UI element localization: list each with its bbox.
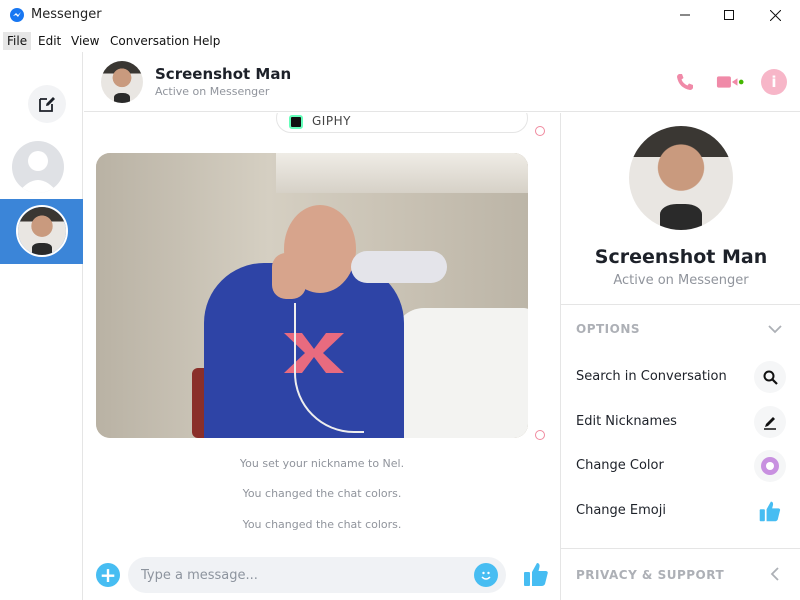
system-message: You set your nickname to Nel.	[239, 457, 405, 470]
system-message: You changed the chat colors.	[242, 487, 402, 500]
option-label: Change Emoji	[576, 503, 666, 518]
option-label: Edit Nicknames	[576, 414, 677, 429]
window-title: Messenger	[31, 7, 102, 22]
divider	[561, 548, 800, 549]
video-call-button[interactable]	[716, 68, 744, 96]
minimize-button[interactable]	[662, 0, 708, 30]
menu-view[interactable]: View	[67, 32, 103, 50]
chevron-left-icon	[770, 567, 779, 581]
minimize-icon	[680, 14, 690, 16]
phone-icon	[677, 74, 693, 90]
options-section-title[interactable]: OPTIONS	[576, 322, 640, 336]
maximize-button[interactable]	[706, 0, 752, 30]
composer: +	[84, 546, 560, 600]
conversation-info-button[interactable]: i	[760, 68, 788, 96]
color-icon	[754, 450, 786, 482]
conversation-item-active[interactable]	[0, 199, 83, 264]
conversation-header: Screenshot Man Active on Messenger i	[84, 52, 800, 112]
voice-call-button[interactable]	[671, 68, 699, 96]
giphy-attribution: GIPHY	[276, 113, 528, 133]
close-icon	[769, 9, 781, 21]
giphy-logo-icon	[289, 115, 303, 129]
menu-help[interactable]: Help	[189, 32, 224, 50]
emoji-button[interactable]	[474, 563, 498, 587]
change-emoji-option[interactable]: Change Emoji	[561, 491, 800, 531]
contact-avatar-large	[629, 126, 733, 230]
menu-conversation[interactable]: Conversation	[106, 32, 193, 50]
option-label: Change Color	[576, 458, 664, 473]
message-list[interactable]: GIPHY You set your nickname to Nel. You …	[84, 113, 560, 546]
menu-bar: File Edit View Conversation Help	[0, 30, 800, 52]
menu-edit[interactable]: Edit	[34, 32, 65, 50]
giphy-label: GIPHY	[312, 114, 351, 128]
privacy-expand-toggle[interactable]	[765, 564, 785, 584]
chevron-down-icon	[768, 325, 782, 334]
edit-nicknames-option[interactable]: Edit Nicknames	[561, 402, 800, 442]
avatar[interactable]	[101, 61, 143, 103]
pencil-icon	[754, 406, 786, 438]
menu-file[interactable]: File	[3, 32, 32, 50]
compose-button[interactable]	[28, 85, 66, 123]
contact-status: Active on Messenger	[155, 85, 270, 98]
system-message: You changed the chat colors.	[242, 518, 402, 531]
option-label: Search in Conversation	[576, 369, 727, 384]
more-actions-button[interactable]: +	[96, 563, 120, 587]
close-button[interactable]	[752, 0, 798, 30]
smiley-icon	[481, 571, 491, 580]
gif-message[interactable]	[96, 153, 528, 438]
info-icon: i	[761, 69, 787, 95]
maximize-icon	[724, 10, 734, 20]
user-silhouette-icon	[18, 151, 58, 193]
thumbs-up-icon	[524, 563, 548, 586]
send-like-button[interactable]	[521, 559, 551, 589]
search-icon	[754, 361, 786, 393]
privacy-section-title[interactable]: PRIVACY & SUPPORT	[576, 568, 724, 582]
sent-indicator-icon	[535, 430, 545, 440]
messenger-logo-icon	[10, 8, 24, 22]
conversation-info-panel: Screenshot Man Active on Messenger OPTIO…	[560, 113, 800, 600]
divider	[561, 304, 800, 305]
thumbs-up-icon	[754, 495, 786, 527]
search-in-conversation-option[interactable]: Search in Conversation	[561, 357, 800, 397]
plus-icon: +	[99, 563, 117, 587]
sent-indicator-icon	[535, 126, 545, 136]
conversation-avatar-placeholder[interactable]	[12, 141, 64, 193]
options-collapse-toggle[interactable]	[765, 319, 785, 339]
video-icon	[716, 76, 744, 88]
title-bar: Messenger	[0, 0, 800, 30]
avatar	[16, 205, 68, 257]
conversation-sidebar	[0, 52, 83, 600]
change-color-option[interactable]: Change Color	[561, 446, 800, 486]
message-input[interactable]	[128, 557, 506, 593]
contact-name: Screenshot Man	[155, 65, 292, 83]
info-contact-name: Screenshot Man	[594, 246, 768, 268]
info-contact-status: Active on Messenger	[613, 273, 749, 288]
compose-icon	[39, 97, 55, 112]
